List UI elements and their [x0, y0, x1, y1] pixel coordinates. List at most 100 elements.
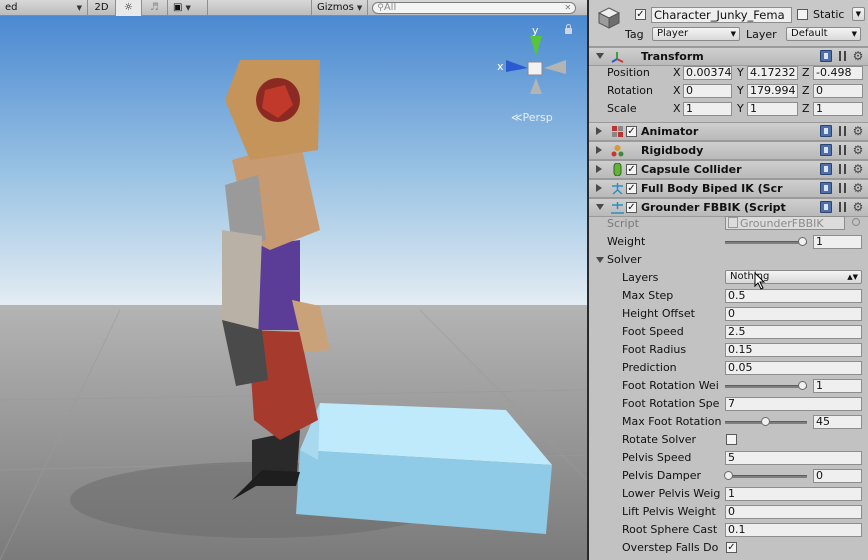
rotation-x-field[interactable]: 0 — [683, 84, 732, 98]
position-y-field[interactable]: 4.17232 — [747, 66, 798, 80]
scene-viewport[interactable]: y x — [0, 0, 587, 560]
foot-radius-field[interactable]: 0.15 — [725, 343, 862, 357]
lower-pelvis-weight-field[interactable]: 1 — [725, 487, 862, 501]
rotation-z-field[interactable]: 0 — [813, 84, 863, 98]
preset-sliders-icon[interactable] — [836, 144, 848, 156]
preset-sliders-icon[interactable] — [836, 182, 848, 194]
cube-object[interactable] — [296, 403, 552, 534]
animator-enabled-checkbox[interactable]: ✓ — [626, 126, 637, 137]
help-book-icon[interactable] — [820, 201, 832, 213]
audio-toggle[interactable]: ♬ — [142, 0, 168, 16]
gear-icon[interactable]: ⚙ — [852, 182, 864, 194]
height-offset-label: Height Offset — [622, 307, 695, 320]
foldout-closed-icon[interactable] — [596, 165, 602, 173]
gear-icon[interactable]: ⚙ — [852, 50, 864, 62]
solver-foldout-icon[interactable] — [596, 257, 604, 263]
solver-label[interactable]: Solver — [607, 253, 642, 266]
ik-enabled-checkbox[interactable]: ✓ — [626, 183, 637, 194]
gizmos-dropdown[interactable]: Gizmos ▼ — [311, 0, 369, 16]
pelvis-speed-label: Pelvis Speed — [622, 451, 692, 464]
prediction-field[interactable]: 0.05 — [725, 361, 862, 375]
foot-rotation-weight-field[interactable]: 1 — [813, 379, 862, 393]
scale-y-field[interactable]: 1 — [747, 102, 798, 116]
layers-dropdown[interactable]: Nothing ▲▼ — [725, 270, 862, 284]
foldout-closed-icon[interactable] — [596, 184, 602, 192]
rotation-y-field[interactable]: 179.994 — [747, 84, 798, 98]
gear-icon[interactable]: ⚙ — [852, 201, 864, 213]
weight-label: Weight — [607, 235, 646, 248]
capsule-collider-enabled-checkbox[interactable]: ✓ — [626, 164, 637, 175]
gear-icon[interactable]: ⚙ — [852, 144, 864, 156]
animator-header[interactable]: ✓ Animator ⚙ — [589, 122, 868, 141]
image-icon: ▣ — [173, 2, 183, 13]
foot-rotation-weight-slider-knob[interactable] — [798, 381, 807, 390]
foldout-closed-icon[interactable] — [596, 127, 602, 135]
animator-icon — [612, 126, 623, 137]
script-field[interactable]: GrounderFBBIK — [725, 216, 845, 230]
foot-rotation-speed-field[interactable]: 7 — [725, 397, 862, 411]
tag-value: Player — [657, 28, 689, 39]
transform-header[interactable]: Transform ⚙ — [589, 47, 868, 66]
foot-speed-field[interactable]: 2.5 — [725, 325, 862, 339]
help-book-icon[interactable] — [820, 163, 832, 175]
lock-icon[interactable] — [565, 24, 572, 34]
pelvis-damper-slider-knob[interactable] — [724, 471, 733, 480]
foldout-open-icon[interactable] — [596, 204, 604, 210]
effects-dropdown[interactable]: ▣ ▼ — [168, 0, 208, 16]
help-book-icon[interactable] — [820, 125, 832, 137]
help-book-icon[interactable] — [820, 50, 832, 62]
object-name-input[interactable]: Character_Junky_Fema — [651, 7, 792, 23]
pelvis-speed-field[interactable]: 5 — [725, 451, 862, 465]
overstep-falls-down-checkbox[interactable]: ✓ — [726, 542, 737, 553]
gear-icon[interactable]: ⚙ — [852, 125, 864, 137]
max-foot-rotation-slider-knob[interactable] — [761, 417, 770, 426]
preset-sliders-icon[interactable] — [836, 163, 848, 175]
foot-rotation-weight-slider-track[interactable] — [725, 385, 807, 388]
pelvis-damper-slider-track[interactable] — [725, 475, 807, 478]
layer-dropdown[interactable]: Default ▼ — [786, 27, 861, 41]
help-book-icon[interactable] — [820, 144, 832, 156]
shading-mode-dropdown[interactable]: ed ▼ — [0, 0, 88, 16]
foldout-open-icon[interactable] — [596, 53, 604, 59]
preset-sliders-icon[interactable] — [836, 201, 848, 213]
scale-x-field[interactable]: 1 — [683, 102, 732, 116]
speaker-icon: ♬ — [150, 2, 159, 13]
help-book-icon[interactable] — [820, 182, 832, 194]
preset-sliders-icon[interactable] — [836, 125, 848, 137]
full-body-biped-ik-header[interactable]: ✓ Full Body Biped IK (Scr ⚙ — [589, 179, 868, 198]
root-sphere-cast-field[interactable]: 0.1 — [725, 523, 862, 537]
view-projection-label[interactable]: ≪Persp — [511, 111, 553, 124]
rotate-solver-checkbox[interactable] — [726, 434, 737, 445]
gear-icon[interactable]: ⚙ — [852, 163, 864, 175]
grounder-enabled-checkbox[interactable]: ✓ — [626, 202, 637, 213]
2d-mode-toggle[interactable]: 2D — [88, 0, 116, 16]
scale-z-field[interactable]: 1 — [813, 102, 863, 116]
pelvis-damper-field[interactable]: 0 — [813, 469, 862, 483]
foldout-closed-icon[interactable] — [596, 146, 602, 154]
max-foot-rotation-field[interactable]: 45 — [813, 415, 862, 429]
weight-slider-knob[interactable] — [798, 237, 807, 246]
tag-dropdown[interactable]: Player ▼ — [652, 27, 740, 41]
static-dropdown[interactable]: ▼ — [852, 7, 865, 21]
lighting-toggle[interactable]: ☼ — [116, 0, 142, 16]
object-picker-icon[interactable] — [852, 218, 860, 226]
object-active-checkbox[interactable]: ✓ — [635, 9, 646, 20]
weight-slider-track[interactable] — [725, 241, 807, 244]
max-step-field[interactable]: 0.5 — [725, 289, 862, 303]
grounder-fbbik-header[interactable]: ✓ Grounder FBBIK (Script ⚙ — [589, 198, 868, 217]
rigidbody-header[interactable]: Rigidbody ⚙ — [589, 141, 868, 160]
clear-search-icon[interactable]: ✕ — [565, 3, 572, 12]
lift-pelvis-weight-field[interactable]: 0 — [725, 505, 862, 519]
capsule-collider-header[interactable]: ✓ Capsule Collider ⚙ — [589, 160, 868, 179]
position-x-field[interactable]: 0.00374 — [683, 66, 732, 80]
weight-field[interactable]: 1 — [813, 235, 862, 249]
preset-sliders-icon[interactable] — [836, 50, 848, 62]
scene-search-input[interactable]: ⚲ All ✕ — [372, 1, 577, 14]
scale-y-axis: Y — [737, 102, 744, 115]
foot-rotation-speed-label: Foot Rotation Spe — [622, 397, 720, 410]
scene-view[interactable]: y x ≪Persp ed ▼ 2D ☼ ♬ ▣ ▼ Gizmos ▼ ⚲ Al… — [0, 0, 587, 560]
static-checkbox[interactable] — [797, 9, 808, 20]
scale-x-axis: X — [673, 102, 681, 115]
height-offset-field[interactable]: 0 — [725, 307, 862, 321]
position-z-field[interactable]: -0.498 — [813, 66, 863, 80]
